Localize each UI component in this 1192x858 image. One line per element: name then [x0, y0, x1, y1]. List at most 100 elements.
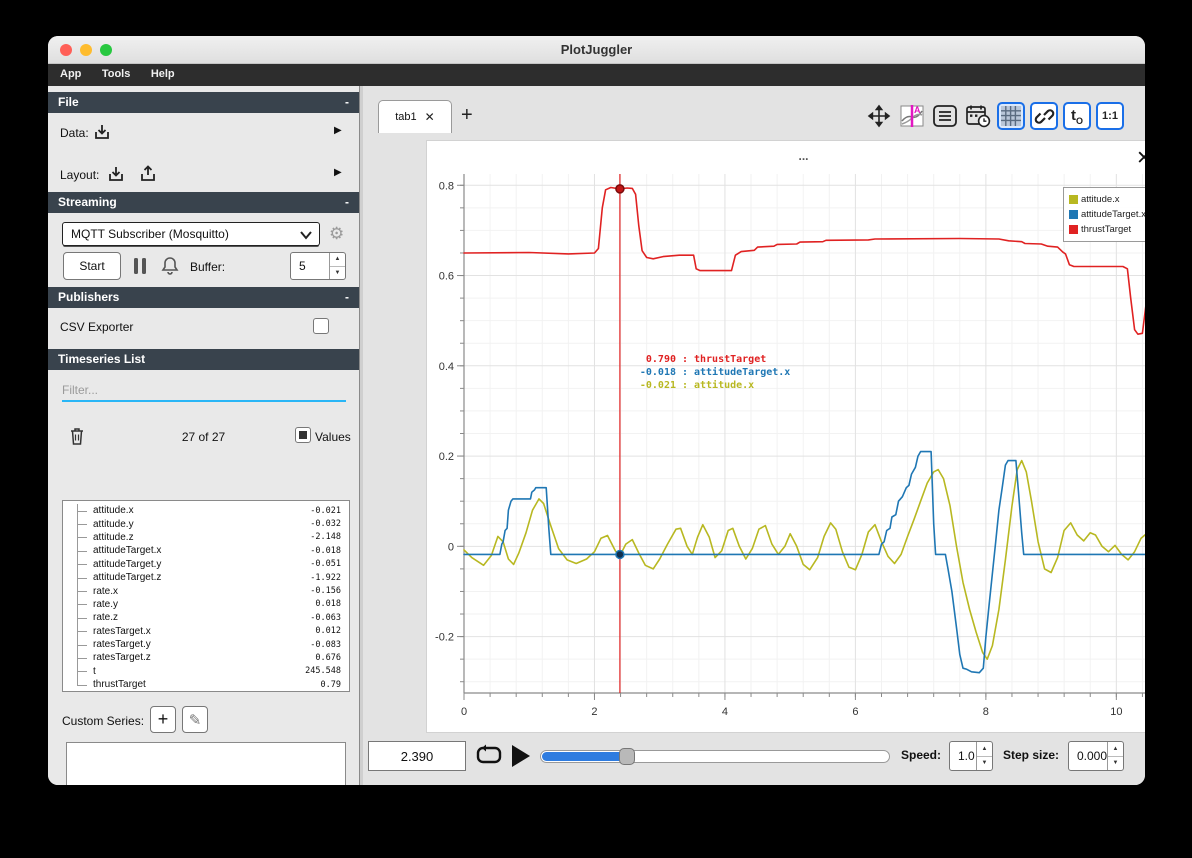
layout-label: Layout: — [60, 168, 100, 182]
spin-up-icon[interactable]: ▲ — [977, 742, 992, 757]
menu-tools[interactable]: Tools — [94, 64, 139, 84]
edit-custom-series-button[interactable]: ✎ — [182, 706, 208, 733]
data-expand-arrow-icon[interactable]: ▶ — [334, 125, 342, 136]
spin-up-icon[interactable]: ▲ — [330, 253, 345, 267]
timeseries-name: ratesTarget.z — [93, 652, 151, 664]
legend-entry[interactable]: attitudeTarget.x — [1069, 207, 1145, 222]
timeseries-value: -1.922 — [310, 572, 341, 583]
layout-expand-arrow-icon[interactable]: ▶ — [334, 167, 342, 178]
timeseries-row[interactable]: ratesTarget.y -0.083 — [69, 638, 349, 651]
time-offset-icon[interactable]: tO — [1063, 102, 1091, 130]
timeseries-name: attitude.z — [93, 531, 134, 543]
timeseries-count: 27 of 27 — [181, 430, 226, 444]
timeseries-list[interactable]: attitude.x -0.021 attitude.y -0.032 attitude… — [62, 500, 350, 692]
custom-series-label: Custom Series: — [62, 714, 145, 728]
timeseries-name: attitudeTarget.z — [93, 572, 162, 584]
timeseries-row[interactable]: ratesTarget.x 0.012 — [69, 625, 349, 638]
collapse-icon[interactable]: - — [345, 192, 349, 213]
timeseries-row[interactable]: attitudeTarget.y -0.051 — [69, 558, 349, 571]
timeseries-name: t — [93, 665, 96, 677]
timeseries-row[interactable]: ratesTarget.z 0.676 — [69, 651, 349, 664]
list-view-icon[interactable] — [931, 102, 959, 130]
timeseries-row[interactable]: attitude.x -0.021 — [69, 504, 349, 517]
spin-down-icon[interactable]: ▼ — [330, 267, 345, 280]
timeseries-name: ratesTarget.x — [93, 625, 151, 637]
timeseries-row[interactable]: thrustTarget 0.79 — [69, 678, 349, 691]
load-layout-icon[interactable] — [106, 164, 126, 184]
date-time-icon[interactable] — [964, 102, 992, 130]
timeseries-row[interactable]: attitudeTarget.z -1.922 — [69, 571, 349, 584]
step-size-spinbox[interactable]: 0.000 ▲ ▼ — [1068, 741, 1124, 771]
spin-down-icon[interactable]: ▼ — [977, 757, 992, 771]
legend-entry[interactable]: thrustTarget — [1069, 222, 1145, 237]
timeseries-name: rate.x — [93, 585, 119, 597]
curve-tracker-icon[interactable]: A — [898, 102, 926, 130]
timeseries-value: -0.018 — [310, 545, 341, 556]
timeseries-row[interactable]: rate.x -0.156 — [69, 584, 349, 597]
legend-entry[interactable]: attitude.x — [1069, 192, 1145, 207]
collapse-icon[interactable]: - — [345, 92, 349, 113]
speed-spinbox[interactable]: 1.0 ▲ ▼ — [949, 741, 993, 771]
add-custom-series-button[interactable]: + — [150, 706, 176, 733]
streaming-section-header[interactable]: Streaming - — [48, 192, 359, 213]
save-layout-icon[interactable] — [138, 164, 158, 184]
timeseries-row[interactable]: rate.y 0.018 — [69, 598, 349, 611]
values-checkbox[interactable] — [295, 427, 311, 443]
plot-canvas[interactable]: 0 2 4 6 8 10 -0.2 0 0.2 0.4 0.6 0.8 — [427, 141, 1145, 734]
slider-fill — [542, 752, 626, 761]
timeseries-row[interactable]: attitude.y -0.032 — [69, 517, 349, 530]
spin-up-icon[interactable]: ▲ — [1108, 742, 1123, 757]
timeseries-value: -0.156 — [310, 586, 341, 597]
pan-move-icon[interactable] — [865, 102, 893, 130]
left-sidebar: File - Data: ▶ Layout: ▶ Streaming - MQT… — [48, 86, 359, 785]
tab-close-icon[interactable]: ✕ — [425, 110, 435, 124]
values-label: Values — [315, 430, 351, 444]
timeline-slider[interactable] — [540, 748, 890, 765]
file-section-header[interactable]: File - — [48, 92, 359, 113]
notifications-bell-icon[interactable] — [160, 255, 180, 276]
timeseries-value: 0.012 — [315, 626, 341, 637]
timeseries-value: -0.051 — [310, 559, 341, 570]
timeseries-row[interactable]: attitude.z -2.148 — [69, 531, 349, 544]
csv-exporter-checkbox[interactable] — [313, 318, 329, 334]
pencil-icon: ✎ — [188, 711, 202, 729]
timeseries-name: ratesTarget.y — [93, 639, 151, 651]
load-data-icon[interactable] — [92, 122, 112, 142]
pause-icon[interactable] — [132, 256, 148, 276]
plot-close-icon[interactable]: ✕ — [1136, 149, 1145, 168]
tab-tab1[interactable]: tab1 ✕ — [378, 100, 452, 133]
series-thrustTarget — [463, 186, 1145, 335]
x-tick-label: 10 — [1110, 706, 1122, 718]
custom-series-list[interactable] — [66, 742, 346, 785]
grid-toggle-icon[interactable] — [997, 102, 1025, 130]
streaming-settings-gear-icon[interactable]: ⚙ — [329, 224, 344, 244]
play-button[interactable] — [512, 745, 530, 767]
cursor-marker — [615, 549, 625, 560]
start-streaming-button[interactable]: Start — [63, 252, 121, 280]
menu-help[interactable]: Help — [143, 64, 183, 84]
y-tick-label: 0 — [448, 541, 454, 553]
menu-app[interactable]: App — [52, 64, 89, 84]
streaming-source-select[interactable]: MQTT Subscriber (Mosquitto) — [62, 222, 320, 246]
app-window: PlotJuggler App Tools Help File - Data: … — [48, 36, 1145, 785]
publishers-section-header[interactable]: Publishers - — [48, 287, 359, 308]
legend-swatch-icon — [1069, 195, 1078, 204]
collapse-icon[interactable]: - — [345, 287, 349, 308]
link-axes-icon[interactable] — [1030, 102, 1058, 130]
spin-down-icon[interactable]: ▼ — [1108, 757, 1123, 771]
buffer-spinbox[interactable]: 5 ▲ ▼ — [290, 252, 346, 280]
speed-label: Speed: — [901, 748, 942, 762]
timeseries-row[interactable]: t 245.548 — [69, 665, 349, 678]
zoom-ratio-icon[interactable]: 1:1 — [1096, 102, 1124, 130]
slider-handle[interactable] — [618, 748, 635, 765]
plot-legend[interactable]: attitude.x attitudeTarget.x thrustTarget — [1063, 187, 1145, 242]
current-time-display[interactable]: 2.390 — [368, 741, 466, 771]
loop-icon[interactable] — [475, 743, 503, 769]
timeseries-section-header[interactable]: Timeseries List — [48, 349, 359, 370]
timeseries-row[interactable]: rate.z -0.063 — [69, 611, 349, 624]
filter-input[interactable] — [62, 380, 346, 402]
plot-widget[interactable]: ... ✕ 0 2 4 6 8 10 -0.2 0 0.2 0.4 0.6 0.8 attitude.… — [426, 140, 1145, 733]
csv-exporter-label: CSV Exporter — [60, 320, 134, 334]
add-tab-button[interactable]: + — [461, 104, 473, 127]
timeseries-row[interactable]: attitudeTarget.x -0.018 — [69, 544, 349, 557]
